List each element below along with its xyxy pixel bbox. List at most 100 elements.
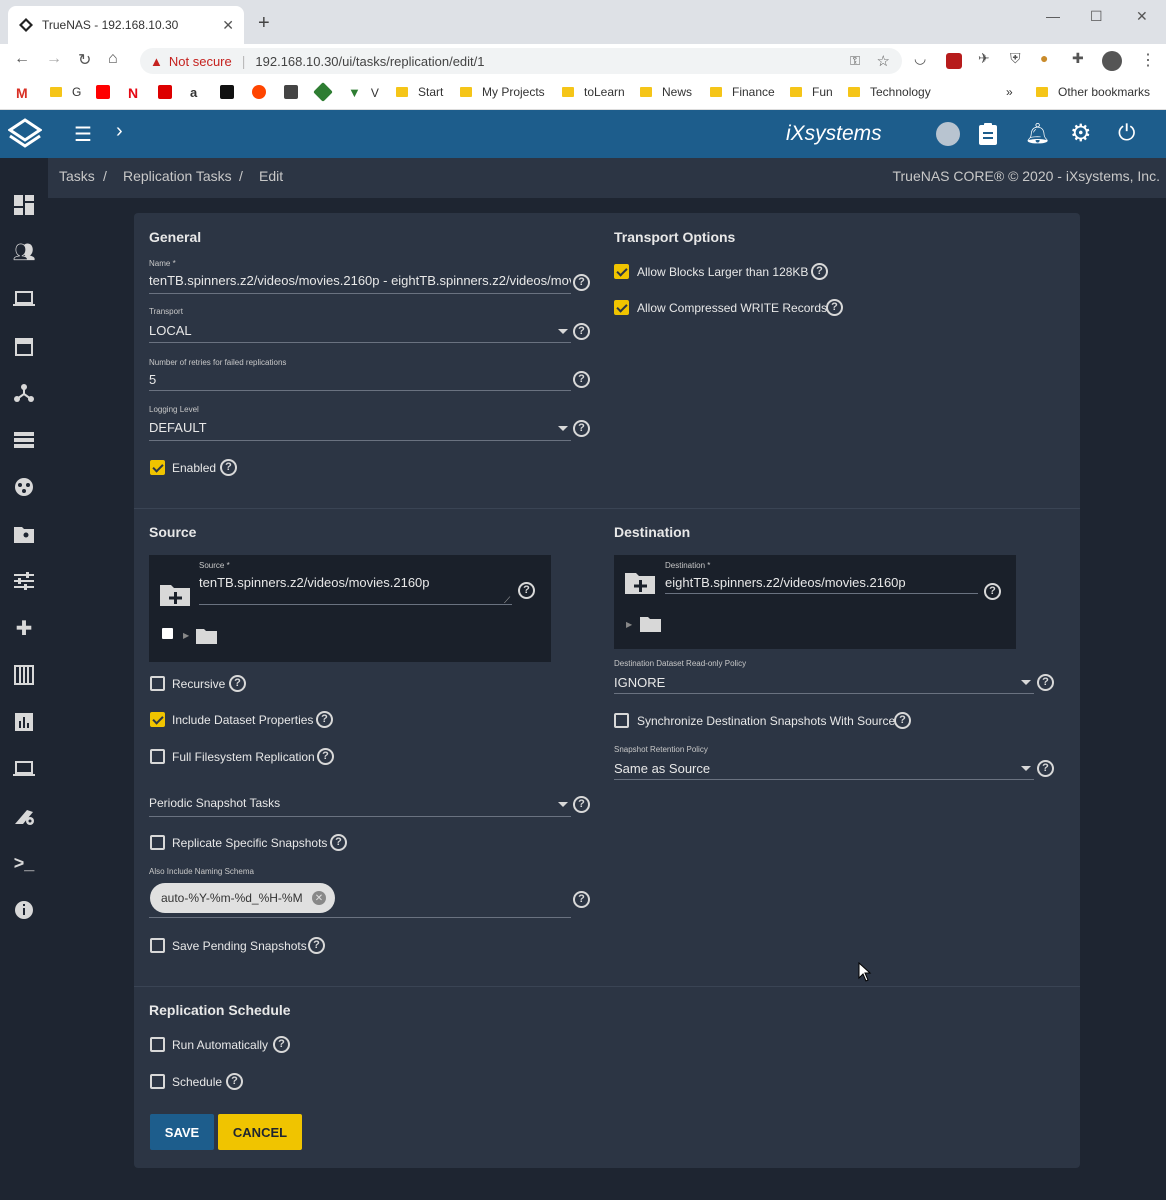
bookmark-finance[interactable]: Finance xyxy=(710,85,775,99)
close-window-icon[interactable]: ✕ xyxy=(1136,8,1148,25)
full-filesystem-help-icon[interactable]: ? xyxy=(317,748,334,765)
name-input[interactable]: tenTB.spinners.z2/videos/movies.2160p - … xyxy=(149,273,571,288)
resize-handle-icon[interactable]: ⟋ xyxy=(504,595,510,606)
truecommand-icon[interactable] xyxy=(936,122,960,146)
power-icon[interactable]: ⏻ xyxy=(1118,120,1135,146)
puzzle-icon[interactable]: ✚ xyxy=(1072,50,1084,67)
netflix-icon[interactable]: N xyxy=(128,85,138,101)
calendar-icon[interactable] xyxy=(12,334,36,358)
enabled-help-icon[interactable]: ? xyxy=(220,459,237,476)
maximize-icon[interactable]: ☐ xyxy=(1090,8,1103,25)
mail-icon[interactable] xyxy=(158,85,172,99)
star-icon[interactable]: ☆ xyxy=(877,52,890,70)
recursive-checkbox[interactable] xyxy=(150,676,165,691)
naming-schema-chip[interactable]: auto-%Y-%m-%d_%H-%M ✕ xyxy=(150,883,335,913)
bookmark-fun[interactable]: Fun xyxy=(790,85,833,99)
breadcrumb-tasks[interactable]: Tasks xyxy=(59,168,95,184)
other-bookmarks[interactable]: Other bookmarks xyxy=(1036,85,1150,99)
periodic-dropdown-icon[interactable] xyxy=(558,802,568,807)
network-icon[interactable] xyxy=(12,381,36,405)
name-help-icon[interactable]: ? xyxy=(573,274,590,291)
source-input[interactable]: tenTB.spinners.z2/videos/movies.2160p xyxy=(199,575,509,590)
dashboard-icon[interactable] xyxy=(12,193,36,217)
save-button[interactable]: SAVE xyxy=(150,1114,214,1150)
breadcrumb-replication-tasks[interactable]: Replication Tasks xyxy=(123,168,232,184)
amazon-icon[interactable]: a xyxy=(190,85,197,100)
add-folder-icon[interactable] xyxy=(625,570,655,599)
remove-chip-icon[interactable]: ✕ xyxy=(312,891,326,905)
destination-input[interactable]: eightTB.spinners.z2/videos/movies.2160p xyxy=(665,575,975,590)
reporting-chart-icon[interactable] xyxy=(12,710,36,734)
logging-select[interactable]: DEFAULT xyxy=(149,420,549,435)
tree-expand-icon[interactable]: ▶ xyxy=(626,620,632,629)
digg-icon[interactable] xyxy=(220,85,234,99)
reddit-icon[interactable] xyxy=(252,85,266,99)
profile-avatar[interactable] xyxy=(1102,51,1122,71)
run-automatically-help-icon[interactable]: ? xyxy=(273,1036,290,1053)
directory-services-icon[interactable] xyxy=(12,475,36,499)
bookmark-icon-2[interactable] xyxy=(313,82,333,102)
forward-icon[interactable]: → xyxy=(46,50,62,68)
destination-help-icon[interactable]: ? xyxy=(984,583,1001,600)
save-pending-help-icon[interactable]: ? xyxy=(308,937,325,954)
transport-dropdown-icon[interactable] xyxy=(558,329,568,334)
recursive-help-icon[interactable]: ? xyxy=(229,675,246,692)
bookmark-news[interactable]: News xyxy=(640,85,692,99)
bookmark-icon-1[interactable] xyxy=(284,85,298,99)
gear-icon[interactable]: ⚙ xyxy=(1070,119,1092,148)
transport-help-icon[interactable]: ? xyxy=(573,323,590,340)
back-icon[interactable]: ← xyxy=(14,50,30,68)
home-icon[interactable]: ⌂ xyxy=(108,50,118,68)
minimize-icon[interactable]: — xyxy=(1046,8,1060,24)
youtube-icon[interactable] xyxy=(96,85,110,99)
sharing-icon[interactable] xyxy=(12,522,36,546)
add-folder-icon[interactable] xyxy=(160,582,190,611)
schedule-checkbox[interactable] xyxy=(150,1074,165,1089)
plugins-puzzle-icon[interactable]: ✚ xyxy=(12,616,36,640)
retries-help-icon[interactable]: ? xyxy=(573,371,590,388)
compressed-checkbox[interactable] xyxy=(614,300,629,315)
naming-help-icon[interactable]: ? xyxy=(573,891,590,908)
tasks-clipboard-icon[interactable] xyxy=(978,122,998,151)
include-properties-checkbox[interactable] xyxy=(150,712,165,727)
shell-icon[interactable]: >_ xyxy=(12,851,36,875)
shield-extension-icon[interactable]: ⛨ xyxy=(1010,50,1021,67)
transport-select[interactable]: LOCAL xyxy=(149,323,549,338)
accounts-icon[interactable]: 👥︎ xyxy=(12,240,36,264)
periodic-snapshot-select[interactable]: Periodic Snapshot Tasks xyxy=(149,796,549,810)
bookmark-technology[interactable]: Technology xyxy=(848,85,931,99)
services-sliders-icon[interactable] xyxy=(12,569,36,593)
reload-icon[interactable]: ↻ xyxy=(78,50,91,70)
url-text[interactable]: 192.168.10.30/ui/tasks/replication/edit/… xyxy=(255,54,484,69)
virtual-machines-icon[interactable] xyxy=(12,757,36,781)
bookmark-tolearn[interactable]: toLearn xyxy=(562,85,625,99)
gmail-icon[interactable]: M xyxy=(16,85,28,101)
logging-help-icon[interactable]: ? xyxy=(573,420,590,437)
bookmark-v[interactable]: ▼ V xyxy=(348,85,379,100)
tree-expand-icon[interactable]: ▶ xyxy=(183,631,189,640)
browser-tab[interactable]: TrueNAS - 192.168.10.30 ✕ xyxy=(8,6,244,44)
large-blocks-checkbox[interactable] xyxy=(614,264,629,279)
cancel-button[interactable]: CANCEL xyxy=(218,1114,302,1150)
cookie-icon[interactable]: ● xyxy=(1040,50,1048,66)
replicate-specific-help-icon[interactable]: ? xyxy=(330,834,347,851)
compressed-help-icon[interactable]: ? xyxy=(826,299,843,316)
bookmark-my-projects[interactable]: My Projects xyxy=(460,85,545,99)
bell-icon[interactable]: 🔔︎ xyxy=(1025,121,1050,146)
bookmark-g[interactable]: G xyxy=(50,85,81,99)
chevron-right-icon[interactable]: › xyxy=(116,120,123,143)
guide-info-icon[interactable] xyxy=(12,898,36,922)
include-properties-help-icon[interactable]: ? xyxy=(316,711,333,728)
close-tab-icon[interactable]: ✕ xyxy=(222,17,234,34)
readonly-policy-select[interactable]: IGNORE xyxy=(614,675,1014,690)
logging-dropdown-icon[interactable] xyxy=(558,426,568,431)
menu-icon[interactable]: ☰ xyxy=(74,122,92,147)
key-icon[interactable]: ⚿ xyxy=(850,53,860,69)
menu-dots-icon[interactable]: ⋮ xyxy=(1140,50,1156,70)
bookmarks-overflow[interactable]: » xyxy=(1006,85,1013,99)
replicate-specific-checkbox[interactable] xyxy=(150,835,165,850)
retention-select[interactable]: Same as Source xyxy=(614,761,1014,776)
save-pending-checkbox[interactable] xyxy=(150,938,165,953)
omnibox[interactable]: ▲ Not secure | 192.168.10.30/ui/tasks/re… xyxy=(140,48,902,74)
full-filesystem-checkbox[interactable] xyxy=(150,749,165,764)
